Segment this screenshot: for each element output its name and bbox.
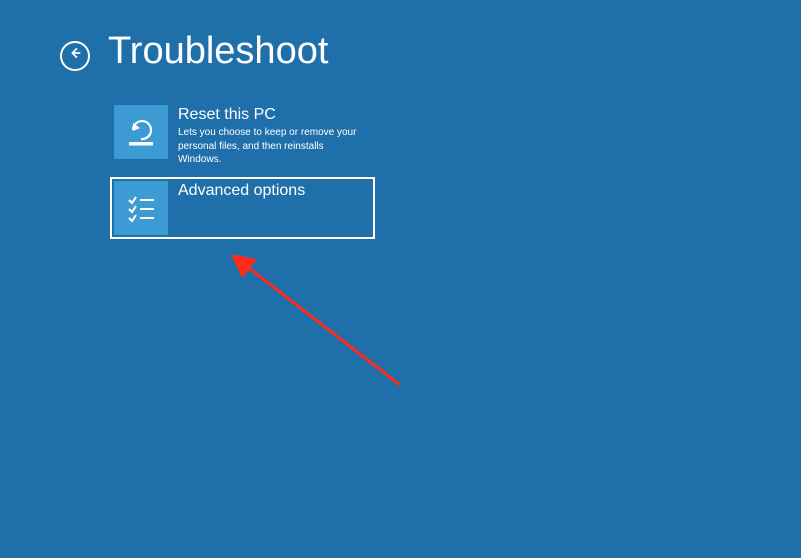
annotation-arrow [230, 255, 430, 420]
advanced-tile-text: Advanced options [178, 181, 305, 235]
reset-this-pc-tile[interactable]: Reset this PC Lets you choose to keep or… [110, 101, 375, 171]
header: Troubleshoot [0, 0, 801, 73]
advanced-tile-title: Advanced options [178, 181, 305, 200]
back-button[interactable] [60, 41, 90, 71]
options-list: Reset this PC Lets you choose to keep or… [0, 73, 801, 239]
checklist-icon [114, 181, 168, 235]
page-title: Troubleshoot [108, 30, 328, 73]
reset-tile-title: Reset this PC [178, 105, 358, 124]
advanced-options-tile[interactable]: Advanced options [110, 177, 375, 239]
reset-tile-description: Lets you choose to keep or remove your p… [178, 126, 358, 167]
reset-tile-text: Reset this PC Lets you choose to keep or… [178, 105, 358, 167]
reset-icon [114, 105, 168, 159]
back-arrow-icon [67, 45, 83, 66]
